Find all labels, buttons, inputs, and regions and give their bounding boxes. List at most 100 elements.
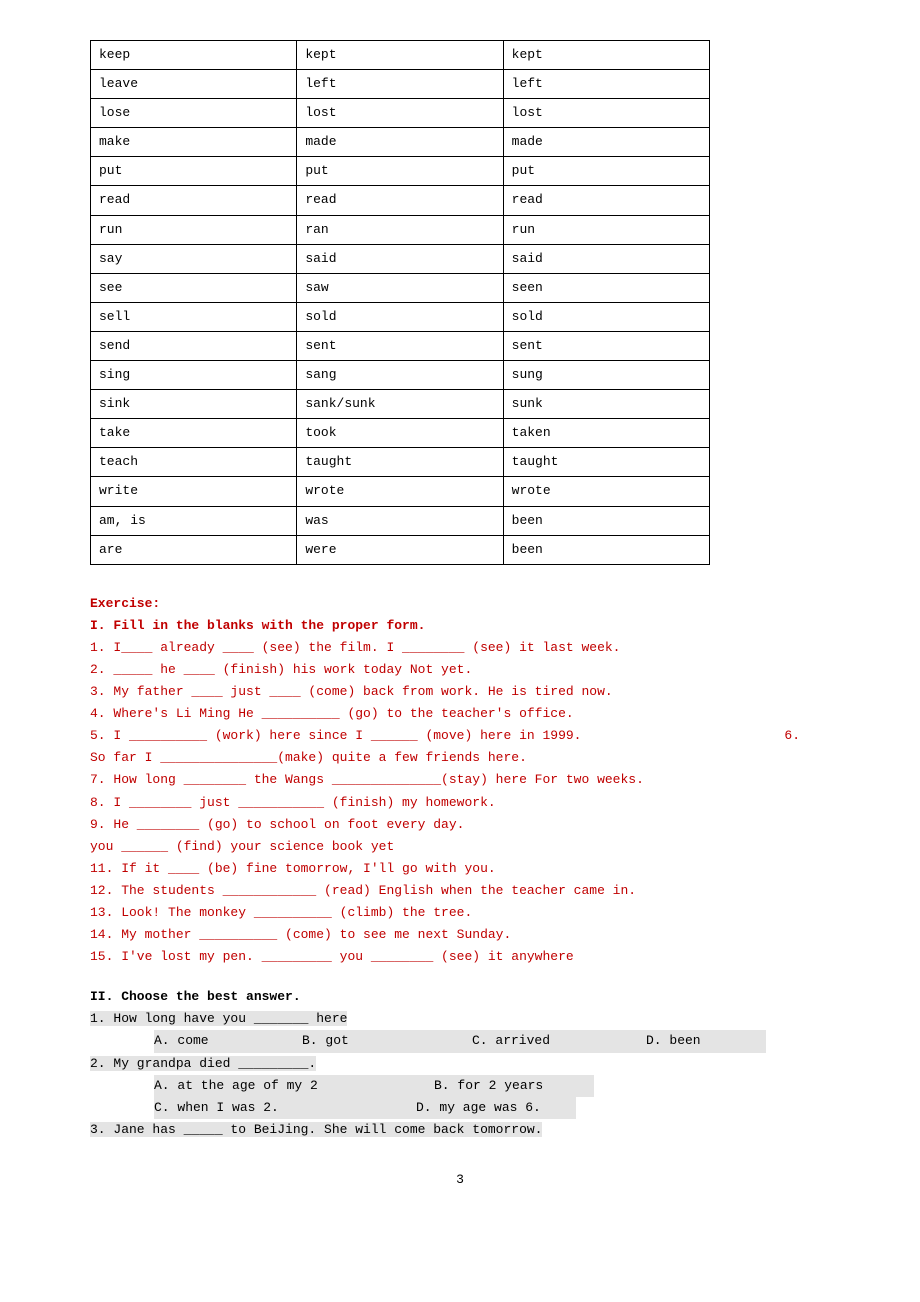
table-cell: sold bbox=[297, 302, 503, 331]
table-row: singsangsung bbox=[91, 361, 710, 390]
table-cell: teach bbox=[91, 448, 297, 477]
table-cell: was bbox=[297, 506, 503, 535]
table-cell: write bbox=[91, 477, 297, 506]
table-row: taketooktaken bbox=[91, 419, 710, 448]
s1-q14: 14. My mother __________ (come) to see m… bbox=[90, 924, 830, 946]
section1-title: I. Fill in the blanks with the proper fo… bbox=[90, 615, 830, 637]
table-cell: kept bbox=[503, 41, 709, 70]
s2-q2-opt-d: D. my age was 6. bbox=[416, 1097, 576, 1119]
table-cell: see bbox=[91, 273, 297, 302]
s2-q1-opt-b: B. got bbox=[302, 1030, 472, 1052]
s1-q10: you ______ (find) your science book yet bbox=[90, 836, 830, 858]
table-row: makemademade bbox=[91, 128, 710, 157]
table-cell: sent bbox=[297, 331, 503, 360]
table-cell: sent bbox=[503, 331, 709, 360]
table-cell: sung bbox=[503, 361, 709, 390]
table-cell: lost bbox=[297, 99, 503, 128]
table-row: teachtaughttaught bbox=[91, 448, 710, 477]
verb-table: keepkeptkeptleaveleftleftloselostlostmak… bbox=[90, 40, 710, 565]
s2-q1: 1. How long have you _______ here bbox=[90, 1008, 830, 1030]
table-cell: wrote bbox=[297, 477, 503, 506]
table-cell: made bbox=[297, 128, 503, 157]
table-cell: put bbox=[91, 157, 297, 186]
s2-q2-options-row1: A. at the age of my 2B. for 2 years bbox=[90, 1075, 830, 1097]
table-row: sinksank/sunksunk bbox=[91, 390, 710, 419]
table-cell: taught bbox=[297, 448, 503, 477]
table-row: saysaidsaid bbox=[91, 244, 710, 273]
s2-q1-opt-c: C. arrived bbox=[472, 1030, 646, 1052]
s2-q2-opt-c: C. when I was 2. bbox=[154, 1097, 416, 1119]
table-cell: been bbox=[503, 535, 709, 564]
table-cell: kept bbox=[297, 41, 503, 70]
s1-q7: 7. How long ________ the Wangs _________… bbox=[90, 769, 830, 791]
table-cell: taught bbox=[503, 448, 709, 477]
s1-q5-left: 5. I __________ (work) here since I ____… bbox=[90, 725, 581, 747]
table-cell: saw bbox=[297, 273, 503, 302]
table-row: sendsentsent bbox=[91, 331, 710, 360]
s2-q2: 2. My grandpa died _________. bbox=[90, 1053, 830, 1075]
table-row: readreadread bbox=[91, 186, 710, 215]
table-cell: lose bbox=[91, 99, 297, 128]
table-cell: sold bbox=[503, 302, 709, 331]
table-cell: run bbox=[503, 215, 709, 244]
s1-q6: So far I _______________(make) quite a f… bbox=[90, 747, 830, 769]
table-row: keepkeptkept bbox=[91, 41, 710, 70]
table-cell: seen bbox=[503, 273, 709, 302]
s1-q2: 2. _____ he ____ (finish) his work today… bbox=[90, 659, 830, 681]
s1-q5: 5. I __________ (work) here since I ____… bbox=[90, 725, 800, 747]
s1-q8: 8. I ________ just ___________ (finish) … bbox=[90, 792, 830, 814]
table-cell: send bbox=[91, 331, 297, 360]
s1-q15: 15. I've lost my pen. _________ you ____… bbox=[90, 946, 830, 968]
s2-q2-opt-a: A. at the age of my 2 bbox=[154, 1075, 434, 1097]
s2-q3-text: 3. Jane has _____ to BeiJing. She will c… bbox=[90, 1122, 542, 1137]
table-row: arewerebeen bbox=[91, 535, 710, 564]
table-cell: are bbox=[91, 535, 297, 564]
s2-q3: 3. Jane has _____ to BeiJing. She will c… bbox=[90, 1119, 830, 1141]
s2-q1-options: A. comeB. gotC. arrivedD. been bbox=[90, 1030, 830, 1052]
section2-title: II. Choose the best answer. bbox=[90, 986, 830, 1008]
s1-q11: 11. If it ____ (be) fine tomorrow, I'll … bbox=[90, 858, 830, 880]
table-cell: take bbox=[91, 419, 297, 448]
table-cell: said bbox=[503, 244, 709, 273]
table-row: am, iswasbeen bbox=[91, 506, 710, 535]
table-cell: keep bbox=[91, 41, 297, 70]
table-row: loselostlost bbox=[91, 99, 710, 128]
s2-q2-opt-b: B. for 2 years bbox=[434, 1075, 594, 1097]
table-cell: put bbox=[297, 157, 503, 186]
table-row: sellsoldsold bbox=[91, 302, 710, 331]
s1-q5-right: 6. bbox=[784, 725, 800, 747]
table-cell: make bbox=[91, 128, 297, 157]
table-cell: sink bbox=[91, 390, 297, 419]
s2-q2-text: 2. My grandpa died _________. bbox=[90, 1056, 316, 1071]
s2-q1-text: 1. How long have you _______ here bbox=[90, 1011, 347, 1026]
table-cell: left bbox=[297, 70, 503, 99]
table-row: putputput bbox=[91, 157, 710, 186]
table-row: runranrun bbox=[91, 215, 710, 244]
s1-q12: 12. The students ____________ (read) Eng… bbox=[90, 880, 830, 902]
table-cell: read bbox=[297, 186, 503, 215]
table-cell: taken bbox=[503, 419, 709, 448]
table-cell: say bbox=[91, 244, 297, 273]
s1-q9: 9. He ________ (go) to school on foot ev… bbox=[90, 814, 830, 836]
s1-q1: 1. I____ already ____ (see) the film. I … bbox=[90, 637, 830, 659]
table-cell: sing bbox=[91, 361, 297, 390]
table-cell: been bbox=[503, 506, 709, 535]
table-cell: read bbox=[503, 186, 709, 215]
table-row: seesawseen bbox=[91, 273, 710, 302]
table-cell: ran bbox=[297, 215, 503, 244]
table-cell: am, is bbox=[91, 506, 297, 535]
table-cell: sell bbox=[91, 302, 297, 331]
table-cell: made bbox=[503, 128, 709, 157]
s2-q1-opt-d: D. been bbox=[646, 1030, 766, 1052]
table-cell: wrote bbox=[503, 477, 709, 506]
table-cell: sank/sunk bbox=[297, 390, 503, 419]
s1-q13: 13. Look! The monkey __________ (climb) … bbox=[90, 902, 830, 924]
table-cell: leave bbox=[91, 70, 297, 99]
table-cell: put bbox=[503, 157, 709, 186]
exercise-title: Exercise: bbox=[90, 593, 830, 615]
table-row: writewrotewrote bbox=[91, 477, 710, 506]
table-cell: said bbox=[297, 244, 503, 273]
page-number: 3 bbox=[90, 1169, 830, 1191]
s2-q1-opt-a: A. come bbox=[154, 1030, 302, 1052]
s2-q2-options-row2: C. when I was 2.D. my age was 6. bbox=[90, 1097, 830, 1119]
